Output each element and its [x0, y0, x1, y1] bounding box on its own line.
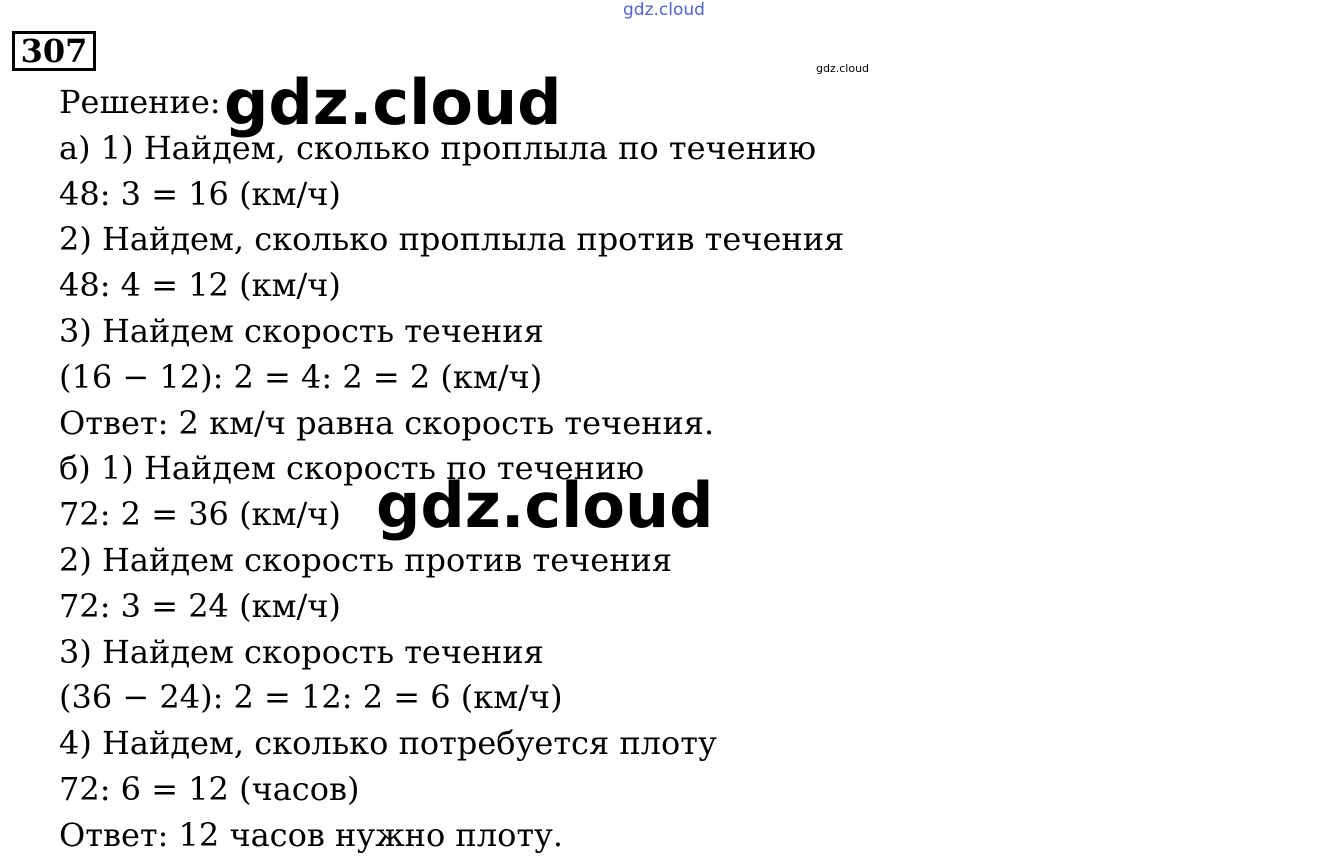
solution-line: 3) Найдем скорость течения: [59, 311, 544, 350]
solution-line: 4) Найдем, сколько потребуется плоту: [59, 724, 717, 763]
solution-line: 72: 6 = 12 (часов): [59, 769, 360, 808]
solution-line: 72: 3 = 24 (км/ч): [59, 586, 341, 625]
answer-line: Ответ: 2 км/ч равна скорость течения.: [59, 403, 715, 442]
solution-line: 2) Найдем, сколько проплыла против течен…: [59, 220, 845, 259]
large-watermark: gdz.cloud: [224, 66, 562, 139]
solution-line: 48: 4 = 12 (км/ч): [59, 266, 341, 305]
solution-line: 48: 3 = 16 (км/ч): [59, 174, 341, 213]
solution-line: 3) Найдем скорость течения: [59, 632, 544, 671]
solution-line: 2) Найдем скорость против течения: [59, 540, 673, 579]
task-number-box: 307: [12, 31, 96, 71]
solution-line: (16 − 12): 2 = 4: 2 = 2 (км/ч): [59, 357, 543, 396]
answer-line: Ответ: 12 часов нужно плоту.: [59, 815, 564, 854]
small-watermark: gdz.cloud: [816, 62, 870, 75]
large-watermark: gdz.cloud: [376, 469, 714, 542]
solution-line: (36 − 24): 2 = 12: 2 = 6 (км/ч): [59, 678, 563, 717]
top-watermark: gdz.cloud: [623, 0, 705, 20]
